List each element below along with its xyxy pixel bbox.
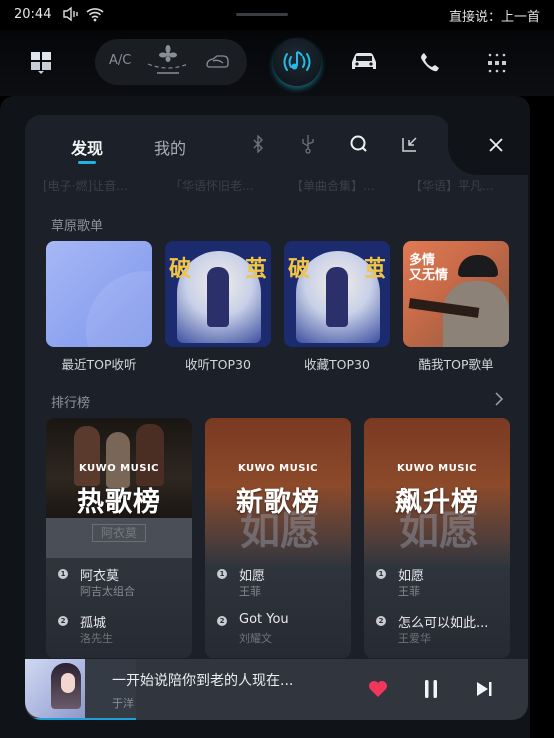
tab-indicator	[78, 161, 96, 164]
chart-name: 热歌榜	[77, 487, 161, 518]
playlist-card[interactable]: 最近TOP收听	[46, 241, 152, 373]
climate-control[interactable]: A/C	[95, 39, 247, 85]
song-title: Got You	[239, 612, 289, 627]
mini-player[interactable]: 一开始说陪你到老的人现在... 于洋	[25, 659, 528, 720]
song-title: 怎么可以如此...	[398, 616, 489, 631]
playlist-cover: 多情 又无情	[403, 241, 509, 347]
song-artist: 刘耀文	[239, 632, 272, 645]
rank-badge: 2	[217, 616, 227, 626]
song-artist: 王菲	[398, 585, 420, 598]
wifi-icon	[86, 6, 104, 22]
chart-name: 飙升榜	[395, 487, 479, 518]
song-title: 如愿	[398, 569, 425, 584]
playlist-card[interactable]: 多情 又无情 酷我TOP歌单	[403, 241, 509, 373]
rank-badge: 1	[58, 569, 68, 579]
drag-handle[interactable]	[236, 13, 288, 16]
kuwo-logo: KUWO MUSIC	[237, 463, 319, 474]
chart-name: 新歌榜	[236, 487, 320, 518]
progress-bar[interactable]	[25, 718, 136, 720]
playlist-label: 最近TOP收听	[61, 357, 137, 372]
chart-card-hot[interactable]: 阿衣莫 KUWO MUSIC 热歌榜 1 阿衣莫 阿吉太组合 2 孤城 洛先生	[46, 418, 192, 658]
now-playing-title: 一开始说陪你到老的人现在...	[112, 673, 294, 689]
search-icon[interactable]	[349, 134, 369, 154]
usb-icon[interactable]	[298, 134, 318, 154]
song-artist: 洛先生	[80, 632, 113, 645]
phone-icon[interactable]	[418, 50, 442, 74]
bluetooth-icon[interactable]	[248, 134, 268, 154]
playlist-label: 收藏TOP30	[304, 357, 370, 372]
music-panel: 发现 我的 [电子·燃]让音... 「华语怀旧老... 【单曲合集】... 【华…	[25, 115, 528, 720]
rank-badge: 2	[58, 616, 68, 626]
music-icon[interactable]	[273, 38, 321, 86]
ghost-item: 【华语】平凡...	[410, 179, 494, 193]
climate-fan-icon[interactable]	[145, 45, 191, 79]
clock: 20:44	[14, 7, 52, 22]
song-artist: 王爱华	[398, 632, 431, 645]
close-icon[interactable]	[486, 135, 506, 155]
section-title-playlists: 草原歌单	[51, 219, 104, 234]
chart-cover-caption: 阿衣莫	[92, 524, 146, 542]
song-artist: 阿吉太组合	[80, 585, 135, 598]
voice-hint: 直接说：上一首	[448, 10, 540, 25]
tab-mine[interactable]: 我的	[154, 135, 186, 159]
song-title: 如愿	[239, 569, 266, 584]
car-icon[interactable]	[348, 50, 380, 74]
ghost-item: [电子·燃]让音...	[43, 179, 128, 193]
ghost-item: 「华语怀旧老...	[170, 179, 254, 193]
section-title-charts: 排行榜	[51, 396, 91, 411]
song-title: 阿衣莫	[80, 569, 120, 584]
song-title: 孤城	[80, 616, 107, 631]
air-recirculation-icon[interactable]	[203, 51, 231, 73]
kuwo-logo: KUWO MUSIC	[396, 463, 478, 474]
song-artist: 王菲	[239, 585, 261, 598]
playlist-card[interactable]: 破 茧 收听TOP30	[165, 241, 271, 373]
chart-card-new[interactable]: 如愿 KUWO MUSIC 新歌榜 1 如愿 王菲 2 Got You 刘耀文	[205, 418, 351, 658]
pause-icon[interactable]	[420, 678, 442, 700]
playlist-label: 收听TOP30	[185, 357, 251, 372]
playlist-cover	[46, 241, 152, 347]
rank-badge: 1	[217, 569, 227, 579]
playlist-cover: 破 茧	[284, 241, 390, 347]
playlist-label: 酷我TOP歌单	[418, 357, 494, 372]
ac-button[interactable]: A/C	[109, 53, 131, 68]
status-bar: 20:44 直接说：上一首	[0, 0, 554, 30]
scrolled-playlist-row: [电子·燃]让音... 「华语怀旧老... 【单曲合集】... 【华语】平凡..…	[25, 177, 493, 193]
chart-card-rising[interactable]: 如愿 KUWO MUSIC 飙升榜 1 如愿 王菲 2 怎么可以如此... 王爱…	[364, 418, 510, 658]
rank-badge: 2	[376, 616, 386, 626]
kuwo-logo: KUWO MUSIC	[78, 463, 160, 474]
playlist-cover: 破 茧	[165, 241, 271, 347]
rank-badge: 1	[376, 569, 386, 579]
chevron-right-icon[interactable]	[492, 392, 506, 406]
now-playing-artist: 于洋	[112, 697, 134, 710]
minimize-icon[interactable]	[400, 134, 420, 154]
heart-icon[interactable]	[367, 678, 389, 700]
playlist-card[interactable]: 破 茧 收藏TOP30	[284, 241, 390, 373]
dock: A/C	[0, 30, 554, 96]
tab-discover[interactable]: 发现	[71, 135, 103, 159]
volume-icon	[62, 6, 80, 22]
album-art[interactable]	[25, 659, 85, 718]
next-track-icon[interactable]	[473, 678, 495, 700]
home-grid-icon[interactable]	[28, 50, 54, 76]
ghost-item: 【单曲合集】...	[291, 179, 375, 193]
apps-icon[interactable]	[484, 50, 510, 76]
